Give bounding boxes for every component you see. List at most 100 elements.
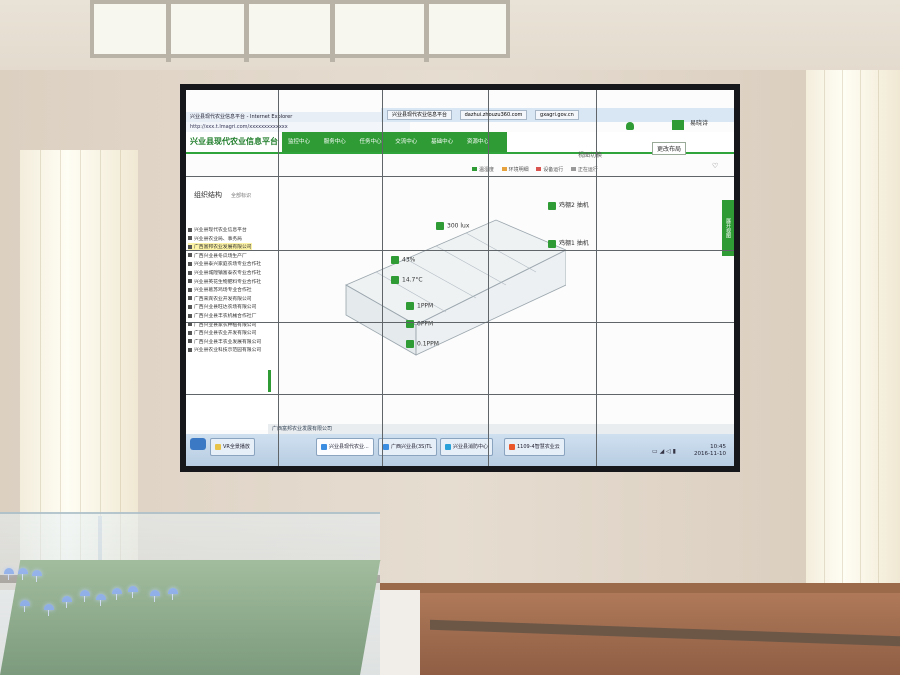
sidebar-tree-item[interactable]: 兴业县现代农业信息平台 bbox=[188, 226, 247, 233]
nav-item[interactable]: 监控中心 bbox=[288, 139, 310, 145]
browser-tab[interactable]: gxagri.gov.cn bbox=[535, 109, 579, 120]
view-switch-label[interactable]: 视图切换 bbox=[578, 150, 602, 159]
sidebar-tree-item[interactable]: 兴业县农业局、事务局 bbox=[188, 235, 242, 242]
sidebar-tree-item[interactable]: 兴业县农业科技示范园有限公司 bbox=[188, 346, 261, 353]
fan-device-2[interactable]: 鸡棚2 抽机 bbox=[548, 200, 589, 210]
device-label: 鸡棚2 抽机 bbox=[559, 202, 589, 209]
org-sidebar: 组织结构 全部标识 兴业县现代农业信息平台 兴业县农业局、事务局 广西富邦农业发展有… bbox=[186, 180, 279, 430]
sidebar-scrollbar[interactable] bbox=[268, 370, 271, 392]
sidebar-tree-item[interactable]: 广西兴业县丰农业发展有限公司 bbox=[188, 338, 261, 345]
sidebar-tree-item[interactable]: 广西兴业县冬瓜场生产厂 bbox=[188, 252, 247, 259]
tree-node-icon bbox=[188, 330, 192, 335]
tree-node-icon bbox=[188, 296, 192, 301]
tree-node-icon bbox=[188, 313, 192, 318]
user-icon[interactable] bbox=[672, 120, 684, 130]
status-legend: 温湿度 环境明细 设备运行 正在运行 bbox=[466, 166, 598, 173]
tree-item-label: 兴业县城隍镇富泰农专业合作社 bbox=[194, 271, 262, 276]
nav-item[interactable]: 交流中心 bbox=[395, 139, 417, 145]
user-name[interactable]: 易晓诗 bbox=[690, 118, 708, 127]
light-sensor[interactable]: 300 lux bbox=[436, 222, 469, 230]
gas-sensor-3[interactable]: 0.1PPM bbox=[406, 340, 439, 348]
bezel-line bbox=[596, 90, 597, 466]
status-bar: 广西富邦农业发展有限公司 bbox=[268, 424, 734, 434]
bezel-line bbox=[186, 176, 734, 177]
window-mullion bbox=[330, 4, 335, 62]
browser-tab[interactable]: dazhui.zhouzu360.com bbox=[459, 109, 528, 120]
legend-item: 温湿度 bbox=[479, 167, 495, 173]
tree-item-label: 兴业县英花生物肥料专业合作社 bbox=[194, 279, 262, 285]
humidity-sensor[interactable]: 43% bbox=[391, 256, 415, 264]
legend-item: 设备运行 bbox=[543, 167, 564, 173]
tree-item-label: 兴业县葛苏鸡场专业合作社 bbox=[194, 288, 252, 294]
tree-item-label: 广西兴业县丰农机械合作社厂 bbox=[194, 314, 257, 319]
sidebar-tree-item[interactable]: 兴业县英花生物肥料专业合作社 bbox=[188, 278, 261, 285]
bezel-line bbox=[278, 90, 279, 466]
gas-sensor-nh3[interactable]: 1PPM bbox=[406, 302, 433, 310]
tree-node-icon bbox=[188, 227, 192, 232]
tree-node-icon bbox=[188, 253, 192, 258]
ie-icon bbox=[321, 443, 327, 450]
taskbar-item[interactable]: VR全景播放 bbox=[210, 438, 255, 456]
gas-value: 1PPM bbox=[417, 302, 434, 310]
gas-icon bbox=[406, 340, 414, 348]
nav-item[interactable]: 服务中心 bbox=[324, 139, 346, 145]
tree-item-label: 广西兴业县家农种植有限公司 bbox=[194, 322, 257, 328]
video-wall: 兴业县现代农业信息平台 - Internet Explorer 兴业县现代农业信… bbox=[180, 84, 740, 472]
tree-item-label: 广西兴业县农业开发有限公司 bbox=[194, 331, 257, 337]
side-tab[interactable]: 展开视图 bbox=[722, 200, 734, 256]
sidebar-tree-item[interactable]: 兴业县城隍镇富泰农专业合作社 bbox=[188, 269, 261, 276]
taskbar-item[interactable]: 广西兴业县(3S)TL bbox=[378, 438, 438, 456]
taskbar-item[interactable]: 兴业县消防中心 bbox=[440, 438, 494, 456]
clock-time: 10:45 bbox=[710, 444, 726, 450]
sidebar-tree-item[interactable]: 广西兴业县丰农机械合作社厂 bbox=[188, 312, 256, 319]
taskbar-item[interactable]: 1109-4智慧农业云 bbox=[504, 438, 565, 456]
tree-item-label: 广西来宾农业开发有限公司 bbox=[194, 296, 252, 302]
window-mullion bbox=[244, 4, 249, 62]
tree-node-icon bbox=[188, 270, 192, 275]
site-logo[interactable]: 兴业县现代农业信息平台 bbox=[190, 136, 278, 147]
left-window-blinds bbox=[20, 150, 138, 560]
powerpoint-icon bbox=[509, 443, 515, 450]
heart-icon[interactable]: ♡ bbox=[712, 162, 718, 170]
fan-device-1[interactable]: 鸡棚1 抽机 bbox=[548, 238, 589, 248]
bell-icon[interactable] bbox=[626, 122, 634, 130]
window-mullion bbox=[424, 4, 429, 62]
change-layout-button[interactable]: 更改布局 bbox=[652, 142, 687, 155]
sidebar-tree-item[interactable]: 广西兴业县农业开发有限公司 bbox=[188, 329, 256, 336]
bezel-line bbox=[186, 250, 734, 251]
skirting-board bbox=[380, 583, 900, 593]
folder-icon bbox=[215, 443, 221, 450]
nav-item[interactable]: 基础中心 bbox=[431, 139, 453, 145]
main-nav: 监控中心 服务中心 任务中心 交流中心 基础中心 资源中心 bbox=[282, 132, 507, 152]
thermometer-icon bbox=[391, 276, 399, 284]
nav-item[interactable]: 资源中心 bbox=[467, 139, 489, 145]
temperature-sensor[interactable]: 14.7°C bbox=[391, 276, 423, 284]
tree-node-icon bbox=[188, 339, 192, 344]
clock-date: 2016-11-10 bbox=[694, 451, 726, 457]
taskbar-clock[interactable]: 10:45 2016-11-10 bbox=[694, 444, 726, 458]
tree-node-icon bbox=[188, 287, 192, 292]
bezel-line bbox=[488, 90, 489, 466]
sidebar-tree-item[interactable]: 兴业县葛苏鸡场专业合作社 bbox=[188, 286, 252, 293]
tree-node-icon bbox=[188, 347, 192, 352]
tree-item-label: 兴业县现代农业信息平台 bbox=[194, 228, 247, 233]
tree-item-label: 广西兴业县旺达农场有限公司 bbox=[194, 305, 257, 311]
legend-item: 正在运行 bbox=[577, 167, 598, 173]
system-tray[interactable]: ▭ ◢ ◁ ▮ bbox=[652, 448, 676, 455]
windows-start-icon[interactable] bbox=[190, 438, 206, 450]
tree-item-label: 兴业县泰兴家庭农场专业合作社 bbox=[194, 262, 262, 268]
nav-item[interactable]: 任务中心 bbox=[360, 139, 382, 145]
bezel-line bbox=[186, 394, 734, 395]
sidebar-link[interactable]: 全部标识 bbox=[231, 192, 251, 199]
humidity-icon bbox=[391, 256, 399, 264]
tree-node-icon bbox=[188, 244, 192, 249]
sidebar-tree-item[interactable]: 兴业县泰兴家庭农场专业合作社 bbox=[188, 260, 261, 267]
browser-tab[interactable]: 兴业县现代农业信息平台 bbox=[387, 109, 453, 120]
sun-icon bbox=[436, 222, 444, 230]
sidebar-tree-item[interactable]: 广西来宾农业开发有限公司 bbox=[188, 295, 252, 302]
clerestory-window bbox=[90, 0, 510, 62]
sidebar-tree-item[interactable]: 广西兴业县旺达农场有限公司 bbox=[188, 303, 256, 310]
tree-item-label: 广西兴业县冬瓜场生产厂 bbox=[194, 253, 247, 259]
taskbar-item[interactable]: 兴业县现代农业... bbox=[316, 438, 374, 456]
address-bar[interactable]: http://xxx.t.lmagri.com/xxxxxxxxxxxxx bbox=[186, 122, 410, 132]
